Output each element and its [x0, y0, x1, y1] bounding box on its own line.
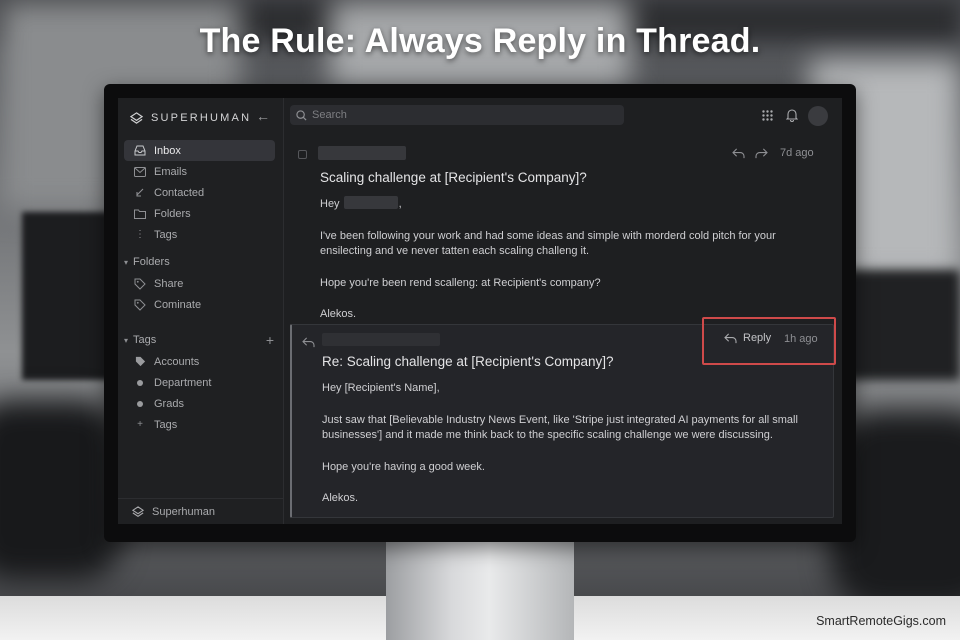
sidebar-item-label: Inbox: [154, 144, 181, 157]
select-checkbox[interactable]: [298, 150, 307, 159]
search-input[interactable]: [312, 109, 612, 121]
reply-icon: [724, 333, 737, 343]
sidebar-item-add-tags[interactable]: + Tags: [124, 414, 275, 435]
redacted-sender: [322, 333, 440, 346]
reply-highlight: Reply 1h ago: [702, 317, 836, 365]
reply-label: Reply: [743, 332, 772, 344]
sidebar: SUPERHUMAN ← Inbox Emails Contacted Fold…: [118, 98, 284, 524]
sidebar-item-folders[interactable]: Folders: [124, 203, 275, 224]
tag-fill-icon: [134, 356, 146, 368]
superhuman-logo-icon: [132, 505, 144, 517]
paragraph: Just saw that [Believable Industry News …: [322, 413, 798, 442]
sidebar-item-share[interactable]: Share: [124, 273, 275, 294]
sidebar-item-department[interactable]: Department: [124, 372, 275, 393]
paragraph: Hope you're been rend scalleng: at Recip…: [320, 276, 601, 289]
sidebar-nav: Inbox Emails Contacted Folders ⋮ Tags ▾ …: [118, 140, 284, 435]
inbox-icon: [134, 145, 146, 157]
sidebar-item-label: Tags: [154, 418, 178, 431]
sidebar-item-grads[interactable]: Grads: [124, 393, 275, 414]
greeting: Hey: [320, 198, 340, 210]
plus-icon: +: [137, 419, 143, 430]
sidebar-item-cominate[interactable]: Cominate: [124, 294, 275, 315]
sidebar-item-label: Accounts: [154, 355, 200, 368]
chevron-down-icon: ▾: [124, 257, 129, 267]
chevron-down-icon: ▾: [124, 335, 129, 345]
signoff: Alekos.: [322, 492, 359, 504]
folder-icon: [134, 208, 146, 220]
headline: The Rule: Always Reply in Thread.: [199, 22, 761, 60]
add-tag-icon[interactable]: +: [266, 332, 274, 348]
sidebar-item-label: Folders: [154, 207, 191, 220]
sidebar-item-contacted[interactable]: Contacted: [124, 182, 275, 203]
sidebar-item-label: Emails: [154, 165, 188, 178]
apps-grid-icon[interactable]: [762, 110, 773, 121]
folders-section-header[interactable]: ▾ Folders: [118, 251, 284, 273]
reply-message[interactable]: Reply 1h ago Re: Scaling challenge at [R…: [290, 317, 836, 518]
message-subject: Re: Scaling challenge at [Recipient's Co…: [322, 354, 614, 369]
superhuman-logo-icon: [130, 111, 143, 124]
footer-label: Superhuman: [152, 505, 215, 518]
sidebar-item-label: Department: [154, 376, 212, 389]
dot-icon: [134, 377, 146, 389]
sidebar-item-accounts[interactable]: Accounts: [124, 351, 275, 372]
brand: SUPERHUMAN: [130, 107, 251, 129]
redacted-sender: [318, 146, 406, 160]
sidebar-item-emails[interactable]: Emails: [124, 161, 275, 182]
top-bar: [284, 98, 842, 134]
message-subject: Scaling challenge at [Recipient's Compan…: [320, 170, 587, 185]
sidebar-item-label: Tags: [154, 228, 178, 241]
sidebar-item-inbox[interactable]: Inbox: [124, 140, 275, 161]
original-message[interactable]: 7d ago Scaling challenge at [Recipient's…: [284, 134, 842, 324]
sidebar-item-label: Share: [154, 277, 184, 290]
reply-button[interactable]: Reply: [724, 332, 771, 344]
send-icon: [134, 187, 146, 199]
watermark: SmartRemoteGigs.com: [816, 614, 946, 628]
section-title: Tags: [133, 334, 157, 346]
paragraph: I've been following your work and had so…: [320, 229, 776, 258]
collapse-sidebar-icon[interactable]: ←: [256, 108, 270, 124]
reply-icon: [302, 337, 315, 348]
more-icon: ⋮: [135, 229, 145, 240]
redacted-name: [343, 196, 398, 209]
greeting-punctuation: ,: [398, 198, 402, 210]
message-body: Hey [Recipient's Name], Just saw that [B…: [322, 381, 814, 523]
tags-section-header[interactable]: ▾ Tags +: [118, 329, 284, 351]
sidebar-item-label: Cominate: [154, 298, 202, 311]
search-bar[interactable]: [290, 105, 624, 125]
paragraph: Hope you're having a good week.: [322, 460, 485, 473]
monitor-stand: [386, 540, 574, 640]
sidebar-footer[interactable]: Superhuman: [118, 498, 284, 524]
tag-icon: [134, 278, 146, 290]
monitor: SUPERHUMAN ← Inbox Emails Contacted Fold…: [104, 84, 856, 542]
section-title: Folders: [133, 256, 170, 268]
dot-icon: [134, 398, 146, 410]
message-actions: 7d ago: [732, 147, 814, 159]
greeting: Hey [Recipient's Name],: [322, 382, 440, 394]
sidebar-item-label: Grads: [154, 397, 184, 410]
avatar[interactable]: [808, 106, 828, 126]
bell-icon[interactable]: [786, 108, 798, 122]
sidebar-item-tags[interactable]: ⋮ Tags: [124, 224, 275, 245]
search-icon: [296, 109, 307, 121]
brand-name: SUPERHUMAN: [151, 112, 252, 124]
sidebar-item-label: Contacted: [154, 186, 205, 199]
message-time: 7d ago: [780, 147, 814, 159]
message-time: 1h ago: [784, 333, 818, 345]
reply-icon[interactable]: [732, 148, 745, 159]
mail-icon: [134, 166, 146, 178]
email-client-window: SUPERHUMAN ← Inbox Emails Contacted Fold…: [118, 98, 842, 524]
tag-icon: [134, 299, 146, 311]
forward-icon[interactable]: [755, 148, 768, 159]
